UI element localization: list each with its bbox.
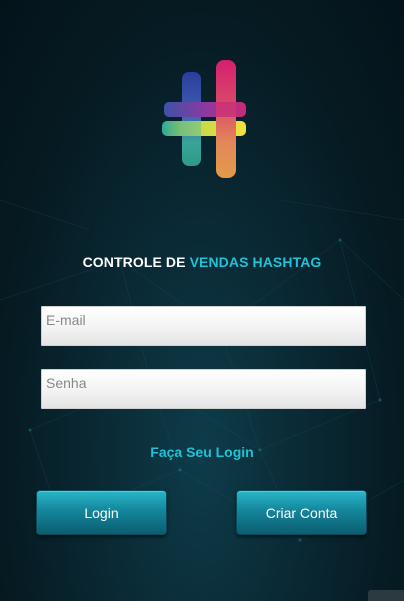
login-link[interactable]: Faça Seu Login [0,444,404,460]
create-account-button[interactable]: Criar Conta [236,490,367,535]
email-placeholder: E-mail [46,312,86,328]
password-placeholder: Senha [46,375,87,391]
login-screen: CONTROLE DE VENDAS HASHTAG E-mail Senha … [0,0,404,601]
login-button[interactable]: Login [36,490,167,535]
password-input[interactable]: Senha [41,369,366,409]
email-input[interactable]: E-mail [41,306,366,346]
page-title: CONTROLE DE VENDAS HASHTAG [0,254,404,270]
page-title-prefix: CONTROLE DE [82,254,190,270]
corner-widget [368,590,404,601]
hashtag-logo-icon [162,60,246,178]
page-title-brand: VENDAS HASHTAG [189,254,322,270]
